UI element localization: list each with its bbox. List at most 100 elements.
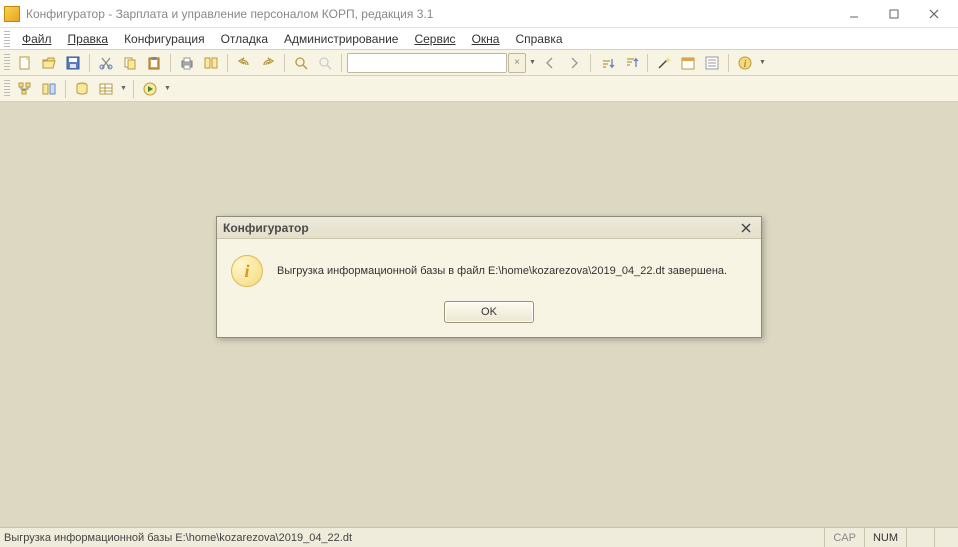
save-button[interactable]	[62, 52, 84, 74]
syntax-helper-button[interactable]	[653, 52, 675, 74]
toolbar-separator	[728, 54, 729, 72]
app-icon	[4, 6, 20, 22]
message-dialog: Конфигуратор i Выгрузка информационной б…	[216, 216, 762, 338]
printer-icon	[179, 55, 195, 71]
close-button[interactable]	[914, 2, 954, 26]
paste-icon	[146, 55, 162, 71]
minimize-button[interactable]	[834, 2, 874, 26]
redo-button[interactable]	[257, 52, 279, 74]
minimize-icon	[849, 9, 859, 19]
menu-service[interactable]: Сервис	[406, 30, 463, 48]
close-icon	[929, 9, 939, 19]
find-button[interactable]	[290, 52, 312, 74]
new-file-button[interactable]	[14, 52, 36, 74]
ok-button[interactable]: OK	[444, 301, 534, 323]
properties-icon	[704, 55, 720, 71]
open-folder-icon	[41, 55, 57, 71]
sort-desc-button[interactable]	[620, 52, 642, 74]
compare-icon	[203, 55, 219, 71]
help-icon: i	[737, 55, 753, 71]
table-icon	[98, 81, 114, 97]
menu-help[interactable]: Справка	[507, 30, 570, 48]
menu-windows[interactable]: Окна	[464, 30, 508, 48]
calendar-icon	[680, 55, 696, 71]
dialog-message: Выгрузка информационной базы в файл E:\h…	[277, 265, 727, 277]
close-icon	[741, 223, 751, 233]
data-table-dropdown[interactable]: ▼	[119, 78, 128, 100]
menu-debug[interactable]: Отладка	[213, 30, 276, 48]
titlebar: Конфигуратор - Зарплата и управление пер…	[0, 0, 958, 28]
status-cap: CAP	[824, 528, 864, 547]
menu-admin[interactable]: Администрирование	[276, 30, 406, 48]
nav-forward-icon	[566, 55, 582, 71]
cut-button[interactable]	[95, 52, 117, 74]
toolbar-grip	[4, 80, 10, 98]
toolbar-separator	[170, 54, 171, 72]
window-title: Конфигуратор - Зарплата и управление пер…	[26, 7, 834, 21]
status-blank-1	[906, 528, 934, 547]
properties-button[interactable]	[701, 52, 723, 74]
toolbar-separator	[590, 54, 591, 72]
status-blank-2	[934, 528, 954, 547]
menu-file[interactable]: Файл	[14, 30, 60, 48]
menu-config[interactable]: Конфигурация	[116, 30, 213, 48]
search-clear-button[interactable]: ×	[508, 53, 526, 73]
dialog-body: i Выгрузка информационной базы в файл E:…	[217, 239, 761, 301]
menu-edit[interactable]: Правка	[60, 30, 117, 48]
play-icon	[142, 81, 158, 97]
db-icon	[41, 81, 57, 97]
undo-icon	[236, 55, 252, 71]
help-dropdown[interactable]: ▼	[758, 52, 767, 74]
toolbar-separator	[65, 80, 66, 98]
print-button[interactable]	[176, 52, 198, 74]
db-config-button[interactable]	[38, 78, 60, 100]
compare-button[interactable]	[200, 52, 222, 74]
dialog-title-text: Конфигуратор	[223, 221, 309, 235]
help-button[interactable]: i	[734, 52, 756, 74]
nav-forward-button[interactable]	[563, 52, 585, 74]
calendar-button[interactable]	[677, 52, 699, 74]
status-message: Выгрузка информационной базы E:\home\koz…	[4, 532, 824, 544]
wand-icon	[656, 55, 672, 71]
copy-icon	[122, 55, 138, 71]
maximize-button[interactable]	[874, 2, 914, 26]
search-dropdown[interactable]: ▼	[528, 52, 537, 74]
dialog-close-button[interactable]	[737, 220, 755, 236]
menubar-grip	[4, 31, 10, 47]
statusbar: Выгрузка информационной базы E:\home\koz…	[0, 527, 958, 547]
svg-text:i: i	[744, 59, 747, 70]
sort-desc-icon	[623, 55, 639, 71]
data-table-button[interactable]	[95, 78, 117, 100]
toolbar-separator	[227, 54, 228, 72]
search-input[interactable]	[347, 53, 507, 73]
start-debug-button[interactable]	[139, 78, 161, 100]
toolbar-separator	[341, 54, 342, 72]
toolbar-grip	[4, 54, 10, 72]
copy-button[interactable]	[119, 52, 141, 74]
maximize-icon	[889, 9, 899, 19]
sort-asc-icon	[599, 55, 615, 71]
toolbar-separator	[284, 54, 285, 72]
magnifier-dim-icon	[317, 55, 333, 71]
find-next-button[interactable]	[314, 52, 336, 74]
window-controls	[834, 2, 954, 26]
nav-back-button[interactable]	[539, 52, 561, 74]
start-debug-dropdown[interactable]: ▼	[163, 78, 172, 100]
tree-icon	[17, 81, 33, 97]
status-num: NUM	[864, 528, 906, 547]
toolbar-separator	[133, 80, 134, 98]
undo-button[interactable]	[233, 52, 255, 74]
update-db-button[interactable]	[71, 78, 93, 100]
open-file-button[interactable]	[38, 52, 60, 74]
config-tree-button[interactable]	[14, 78, 36, 100]
sort-asc-button[interactable]	[596, 52, 618, 74]
nav-back-icon	[542, 55, 558, 71]
magnifier-icon	[293, 55, 309, 71]
info-icon: i	[231, 255, 263, 287]
paste-button[interactable]	[143, 52, 165, 74]
toolbar-separator	[647, 54, 648, 72]
toolbar-row-1: × ▼ i ▼	[0, 50, 958, 76]
toolbar-separator	[89, 54, 90, 72]
dialog-titlebar: Конфигуратор	[217, 217, 761, 239]
toolbar-row-2: ▼ ▼	[0, 76, 958, 102]
